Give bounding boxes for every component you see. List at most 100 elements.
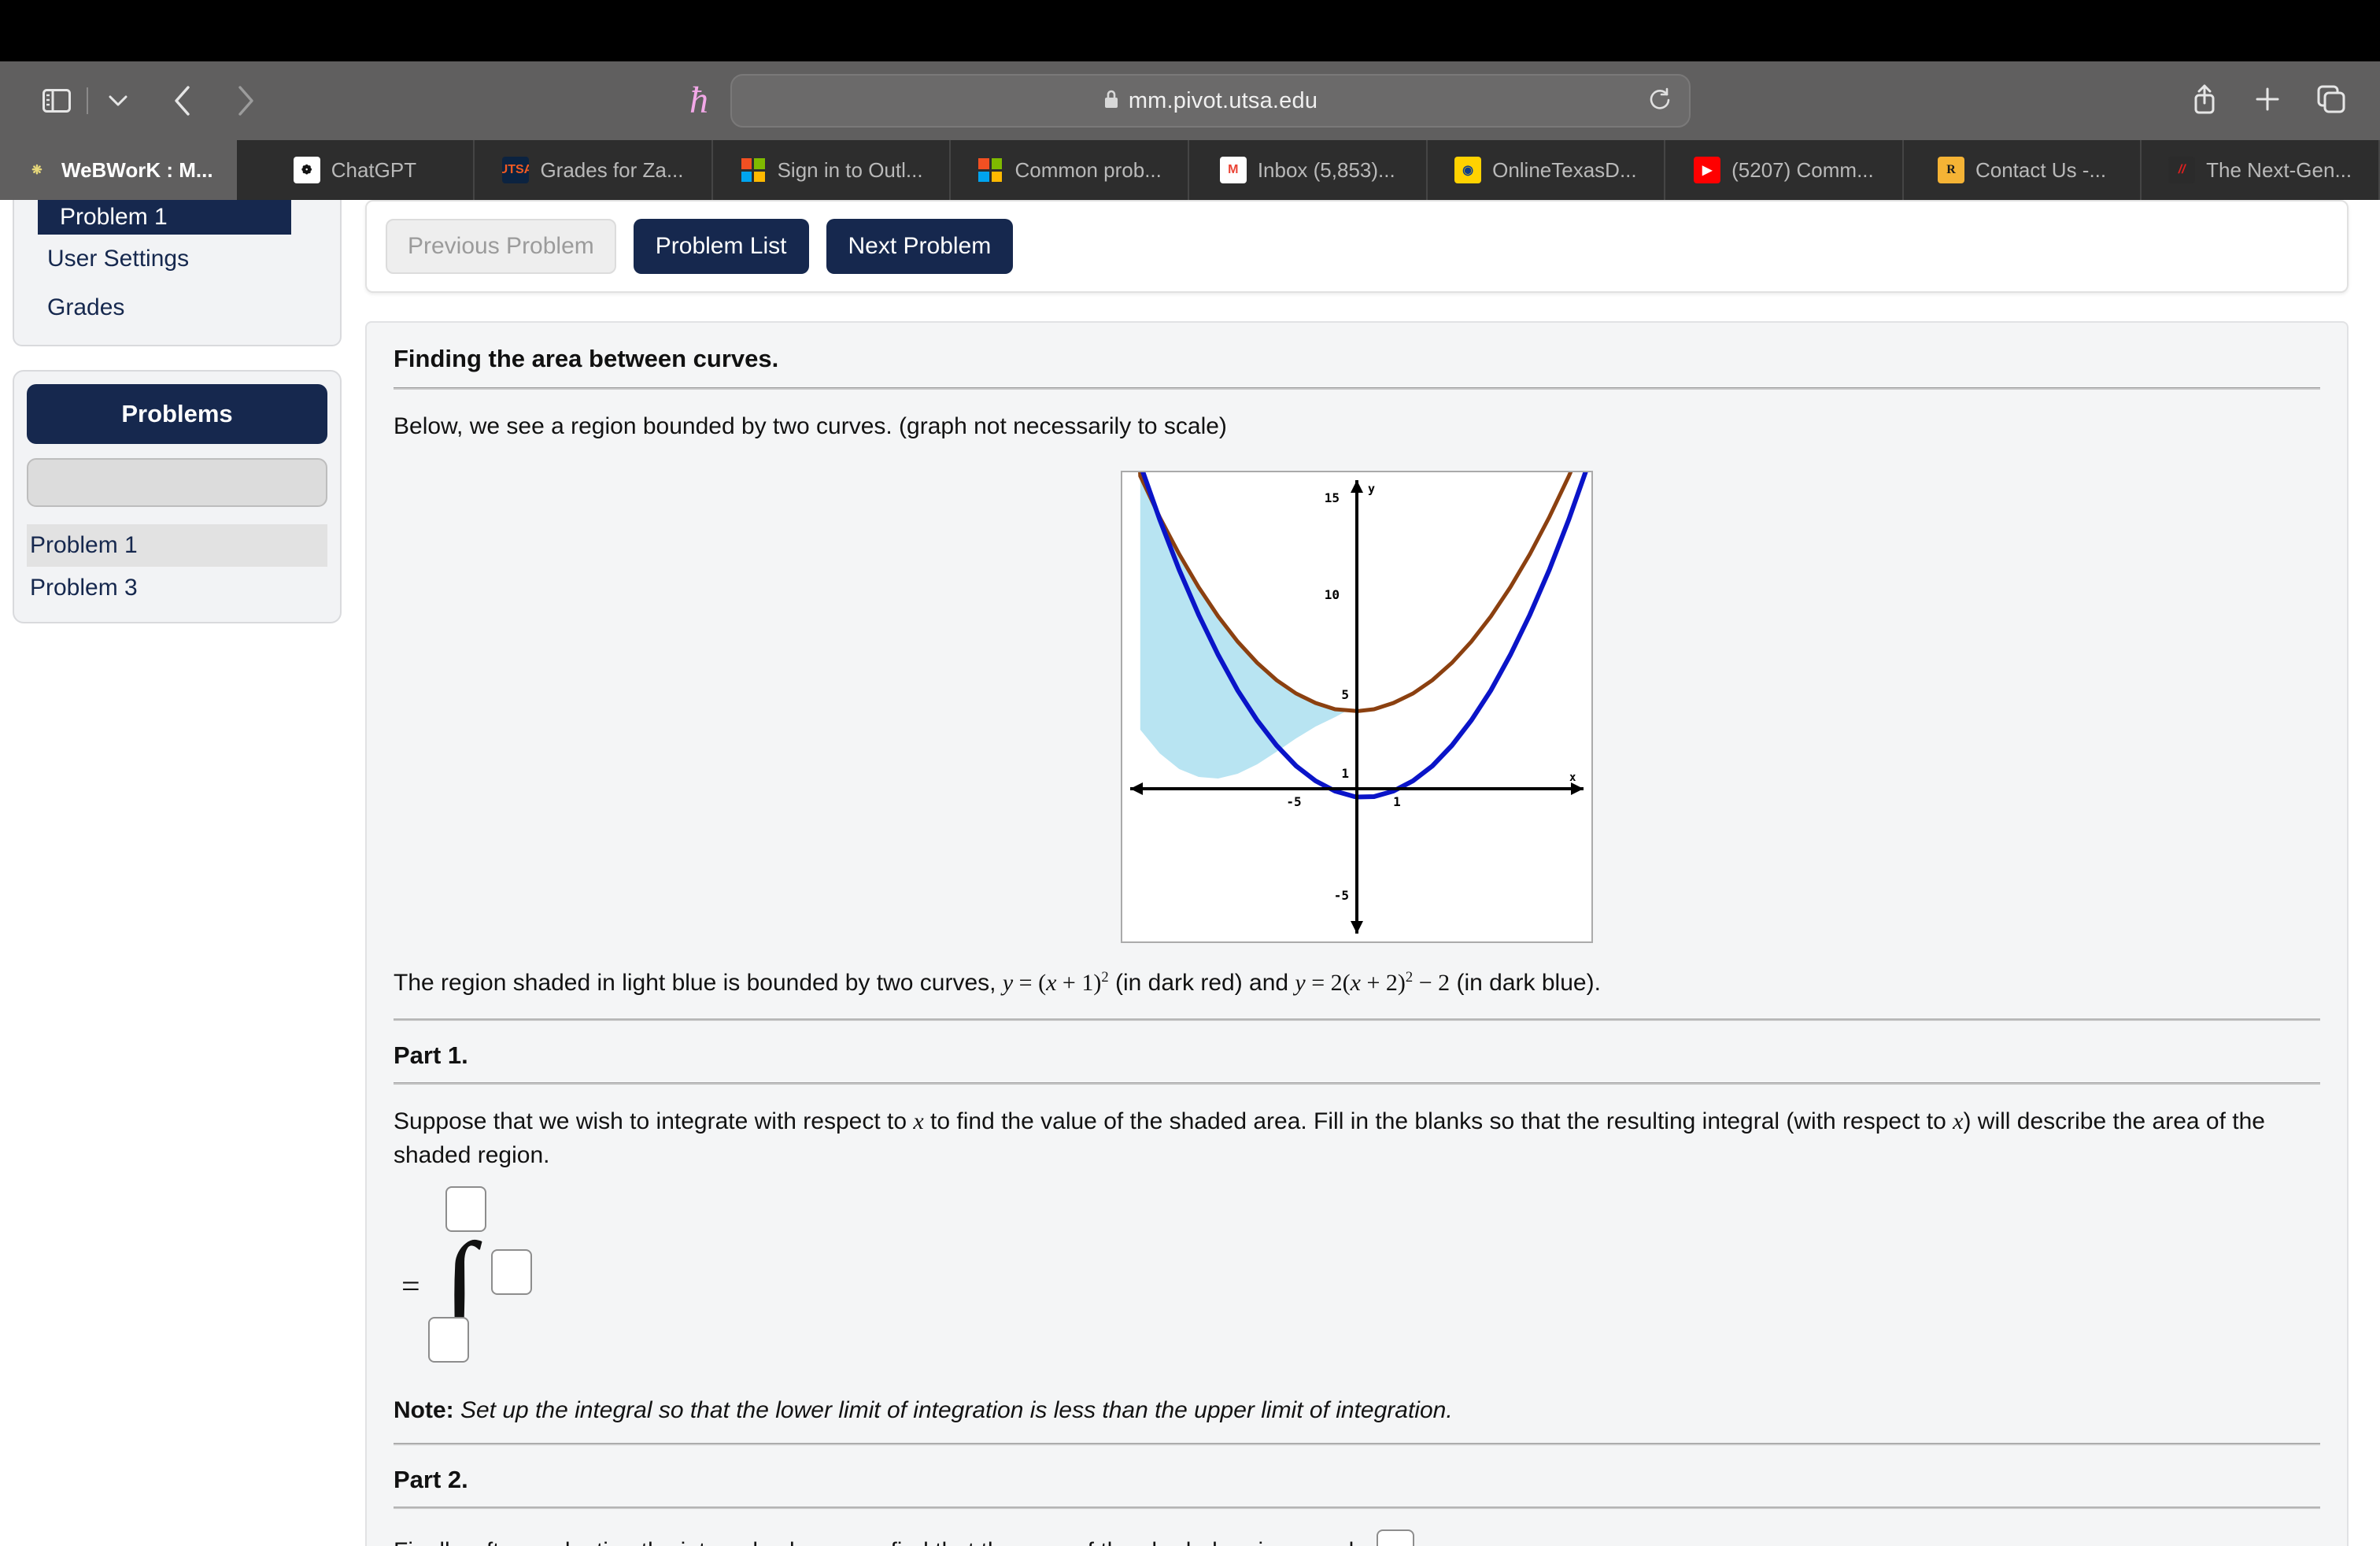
x-tick-1: 1	[1393, 794, 1401, 809]
share-icon[interactable]	[2191, 83, 2218, 120]
browser-tab-chatgpt[interactable]: ❁ ChatGPT	[237, 140, 475, 200]
variable-x: x	[913, 1108, 924, 1135]
divider	[394, 1443, 2320, 1446]
toolbar-divider	[87, 87, 88, 114]
problem-card: Finding the area between curves. Below, …	[365, 321, 2349, 1546]
address-bar-group: ħ mm.pivot.utsa.edu	[689, 74, 1691, 128]
page-title: Finding the area between curves.	[394, 345, 779, 372]
curve-red-color-label: (in dark red)	[1114, 969, 1243, 996]
y-tick-1: 1	[1341, 766, 1349, 781]
browser-tab-common-problems[interactable]: Common prob...	[951, 140, 1189, 200]
tab-label: Contact Us -...	[1975, 157, 2107, 182]
problems-search-input[interactable]	[27, 458, 327, 507]
divider	[394, 1082, 2320, 1086]
tab-label: ChatGPT	[331, 157, 417, 182]
tab-label: OnlineTexasD...	[1492, 157, 1637, 182]
chatgpt-icon: ❁	[293, 157, 320, 183]
x-axis-arrow-left	[1130, 782, 1143, 795]
browser-tab-contact-us[interactable]: R Contact Us -...	[1904, 140, 2142, 200]
microsoft-icon	[740, 157, 767, 183]
reload-icon[interactable]	[1648, 87, 1672, 115]
part-1-note: Note: Set up the integral so that the lo…	[394, 1397, 2320, 1424]
curves-description: The region shaded in light blue is bound…	[394, 968, 1601, 996]
address-content: mm.pivot.utsa.edu	[1103, 88, 1318, 114]
sidebar-item-user-settings[interactable]: User Settings	[14, 235, 340, 283]
forward-icon[interactable]	[224, 79, 268, 123]
upper-limit-input[interactable]	[445, 1186, 486, 1233]
chevron-down-icon[interactable]	[96, 79, 140, 123]
divider	[394, 1019, 2320, 1022]
browser-chrome: ħ mm.pivot.utsa.edu ❋ WeBWorK: M... ❁ C…	[0, 61, 2380, 200]
integral-expression: = ∫	[394, 1186, 2320, 1374]
part-1-body-b: to find the value of the shaded area. Fi…	[923, 1108, 1953, 1135]
part-1-heading: Part 1.	[394, 1041, 468, 1070]
browser-tab-youtube[interactable]: ▶ (5207) Comm...	[1665, 140, 1904, 200]
toolbar-right-actions	[2191, 83, 2345, 120]
youtube-icon: ▶	[1694, 157, 1721, 183]
problem-link-1[interactable]: Problem 1	[27, 524, 327, 567]
variable-x: x	[1953, 1108, 1964, 1135]
back-icon[interactable]	[161, 79, 205, 123]
problem-nav-toolbar: Previous Problem Problem List Next Probl…	[365, 200, 2349, 293]
graph-container: y x 15 10 5 1 -5 -5 1	[394, 470, 2320, 943]
browser-tab-webwork[interactable]: ❋ WeBWorK : M...	[0, 140, 237, 200]
problems-panel-title: Problems	[27, 384, 327, 444]
main-content: Previous Problem Problem List Next Probl…	[354, 200, 2380, 1546]
tab-bar: ❋ WeBWorK : M... ❁ ChatGPT UTSA Grades f…	[0, 140, 2380, 200]
lock-icon	[1103, 89, 1119, 113]
area-answer-input[interactable]	[1377, 1529, 1415, 1546]
tab-label: The Next-Gen...	[2206, 157, 2352, 182]
and-word: and	[1242, 969, 1295, 996]
chart-svg: y x 15 10 5 1 -5 -5 1	[1130, 472, 1588, 934]
y-axis-label: y	[1368, 482, 1375, 496]
sidebar-nav-card: Problem 1 User Settings Grades	[13, 200, 342, 346]
tab-label: Common prob...	[1014, 157, 1162, 182]
equals-sign: =	[401, 1269, 420, 1306]
browser-tab-onlinetexas[interactable]: ◉ OnlineTexasD...	[1428, 140, 1666, 200]
y-tick-15: 15	[1325, 490, 1340, 505]
honey-extension-icon[interactable]: ħ	[689, 82, 708, 120]
problem-list-button[interactable]: Problem List	[633, 219, 809, 274]
y-axis-arrow-down	[1351, 920, 1363, 934]
tab-label: (5207) Comm...	[1731, 157, 1874, 182]
sidebar-item-grades[interactable]: Grades	[14, 283, 340, 332]
divider	[394, 1507, 2320, 1510]
part-2-text: Finally, after evaluating the integrals …	[394, 1538, 1366, 1546]
part-1-body-a: Suppose that we wish to integrate with r…	[394, 1108, 914, 1135]
divider	[394, 387, 2320, 390]
tab-label: Grades for Za...	[540, 157, 684, 182]
browser-tab-next-gen[interactable]: // The Next-Gen...	[2142, 140, 2380, 200]
y-tick-10: 10	[1325, 587, 1340, 602]
browser-tab-outlook[interactable]: Sign in to Outl...	[713, 140, 952, 200]
tabs-icon[interactable]	[2317, 85, 2345, 117]
utsa-icon: UTSA	[502, 157, 530, 183]
problems-panel: Problems Problem 1 Problem 3	[13, 370, 342, 623]
lower-limit-input[interactable]	[427, 1317, 469, 1363]
x-axis-arrow-right	[1571, 782, 1584, 795]
browser-tab-gmail[interactable]: M Inbox (5,853)...	[1189, 140, 1428, 200]
part-2-heading: Part 2.	[394, 1466, 468, 1494]
note-label: Note:	[394, 1397, 454, 1424]
nextgen-icon: //	[2168, 157, 2196, 183]
next-problem-button[interactable]: Next Problem	[826, 219, 1014, 274]
tab-label: Sign in to Outl...	[777, 157, 923, 182]
problem-link-3[interactable]: Problem 3	[27, 567, 327, 609]
sidebar-item-problem-1-active[interactable]: Problem 1	[38, 200, 291, 235]
browser-tab-grades[interactable]: UTSA Grades for Za...	[475, 140, 713, 200]
url-text: mm.pivot.utsa.edu	[1128, 87, 1318, 113]
page-body: Problem 1 User Settings Grades Problems …	[0, 200, 2380, 1546]
area-between-curves-chart: y x 15 10 5 1 -5 -5 1	[1121, 470, 1593, 943]
x-tick-neg5: -5	[1286, 794, 1301, 809]
y-tick-5: 5	[1341, 687, 1349, 702]
note-text: Set up the integral so that the lower li…	[453, 1397, 1453, 1424]
webwork-icon: ❋	[31, 164, 42, 177]
plus-icon[interactable]	[2254, 86, 2281, 117]
search-input[interactable]: mm.pivot.utsa.edu	[730, 74, 1691, 128]
device-status-bar	[0, 0, 2380, 61]
sidebar: Problem 1 User Settings Grades Problems …	[0, 200, 354, 623]
sidebar-icon[interactable]	[35, 79, 79, 123]
integrand-input[interactable]	[490, 1249, 532, 1296]
tab-label: Inbox (5,853)...	[1257, 157, 1395, 182]
previous-problem-button[interactable]: Previous Problem	[386, 219, 616, 274]
gmail-icon: M	[1219, 157, 1247, 183]
